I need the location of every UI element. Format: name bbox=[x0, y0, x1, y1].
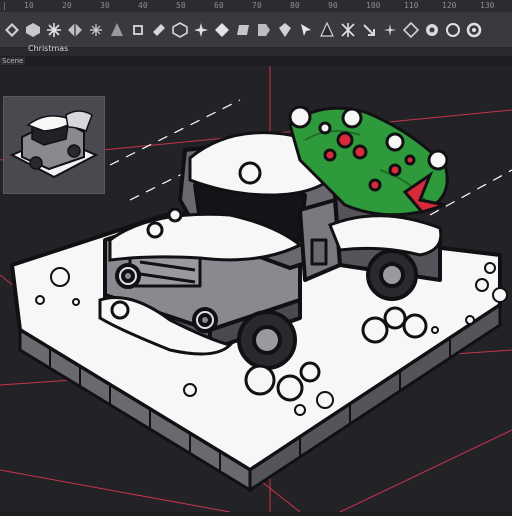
tree-tool-button[interactable] bbox=[107, 19, 126, 41]
cube-icon bbox=[25, 22, 40, 37]
ruler-tick: 90 bbox=[328, 1, 338, 10]
pointer-icon bbox=[300, 23, 311, 36]
arrow-down-right-icon bbox=[362, 23, 375, 36]
cube-outline-icon bbox=[171, 21, 188, 38]
rhombus-tool-button[interactable] bbox=[233, 19, 252, 41]
crystal-icon bbox=[278, 22, 291, 37]
snowflake-small-icon bbox=[89, 23, 102, 36]
ruler-tick: 110 bbox=[404, 1, 419, 10]
snowflake-icon bbox=[46, 22, 61, 37]
arrow-down-right-tool-button[interactable] bbox=[359, 19, 378, 41]
sparkle-tool-button[interactable] bbox=[380, 19, 399, 41]
ruler-tick: 20 bbox=[62, 1, 72, 10]
cube-outline-tool-button[interactable] bbox=[170, 19, 189, 41]
diamond-outline-tool-button[interactable] bbox=[401, 19, 420, 41]
ring-tool-button[interactable] bbox=[443, 19, 462, 41]
ruler-tick: 40 bbox=[138, 1, 148, 10]
square-stack-icon bbox=[132, 24, 143, 35]
ruler-tick: 10 bbox=[24, 1, 34, 10]
tab-scene[interactable]: Scene bbox=[0, 57, 26, 65]
ruler-tick: 30 bbox=[100, 1, 110, 10]
tree-dark-icon bbox=[319, 21, 334, 37]
cross-star-icon bbox=[340, 22, 355, 37]
ruler-tick: | bbox=[2, 1, 7, 10]
ruler-tick: 50 bbox=[176, 1, 186, 10]
ruler-tick: 70 bbox=[252, 1, 262, 10]
tree-icon bbox=[110, 22, 123, 36]
ring-alt-tool-button[interactable] bbox=[464, 19, 483, 41]
tilt-square-icon bbox=[152, 23, 165, 36]
tool-options-bar bbox=[0, 48, 512, 56]
circle-target-tool-button[interactable] bbox=[422, 19, 441, 41]
cube-tool-button[interactable] bbox=[23, 19, 42, 41]
diamond-grid-tool-button[interactable] bbox=[2, 19, 21, 41]
diamond-fill-tool-button[interactable] bbox=[212, 19, 231, 41]
ruler-tick: 130 bbox=[480, 1, 495, 10]
ruler-tick: 80 bbox=[290, 1, 300, 10]
ring-alt-icon bbox=[466, 22, 481, 37]
snowflake-small-tool-button[interactable] bbox=[86, 19, 105, 41]
cross-star-tool-button[interactable] bbox=[338, 19, 357, 41]
diamond-outline-icon bbox=[402, 21, 419, 38]
diamond-fill-icon bbox=[214, 22, 229, 37]
tool-toolbar bbox=[0, 12, 512, 48]
ruler-tick: 60 bbox=[214, 1, 224, 10]
snowflake-tool-button[interactable] bbox=[44, 19, 63, 41]
ruler-tick: 100 bbox=[366, 1, 381, 10]
ruler-tick: 120 bbox=[442, 1, 457, 10]
tag-tool-button[interactable] bbox=[254, 19, 273, 41]
pointer-tool-button[interactable] bbox=[296, 19, 315, 41]
sparkle-icon bbox=[383, 23, 396, 36]
ring-icon bbox=[445, 22, 460, 37]
circle-target-icon bbox=[425, 23, 438, 36]
square-stack-tool-button[interactable] bbox=[128, 19, 147, 41]
document-title: Christmas bbox=[28, 44, 69, 53]
thumbnail-image bbox=[4, 97, 104, 193]
tilt-square-tool-button[interactable] bbox=[149, 19, 168, 41]
diamond-split-icon bbox=[67, 22, 82, 37]
rhombus-icon bbox=[236, 24, 249, 35]
star-burst-icon bbox=[193, 22, 208, 37]
star-burst-tool-button[interactable] bbox=[191, 19, 210, 41]
diamond-grid-icon bbox=[4, 22, 19, 37]
crystal-tool-button[interactable] bbox=[275, 19, 294, 41]
thumbnail-preview[interactable] bbox=[3, 96, 105, 194]
tree-dark-tool-button[interactable] bbox=[317, 19, 336, 41]
diamond-split-tool-button[interactable] bbox=[65, 19, 84, 41]
tag-icon bbox=[257, 23, 270, 36]
